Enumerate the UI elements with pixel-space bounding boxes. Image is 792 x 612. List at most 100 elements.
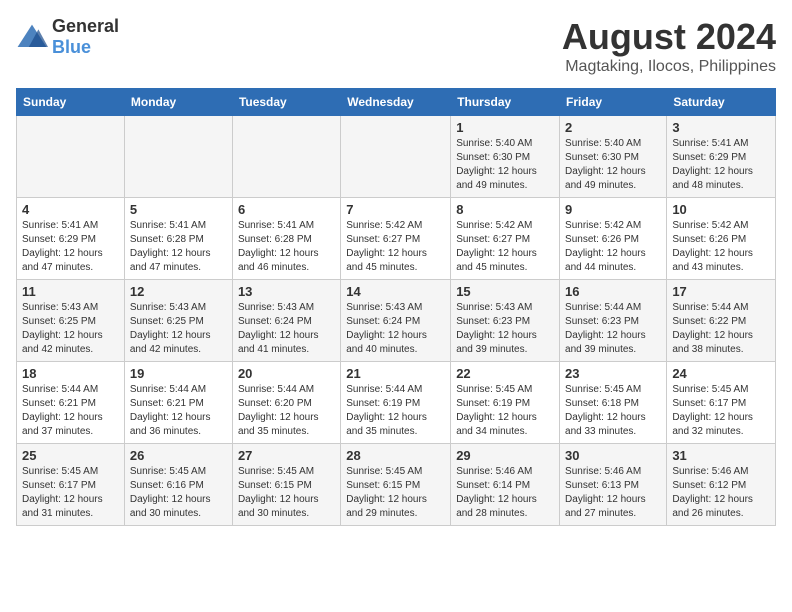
day-number: 22 — [456, 366, 554, 381]
cell-content: Sunrise: 5:45 AM Sunset: 6:15 PM Dayligh… — [238, 465, 335, 521]
calendar-header-friday: Friday — [560, 89, 667, 116]
calendar-cell: 23 Sunrise: 5:45 AM Sunset: 6:18 PM Dayli… — [560, 362, 667, 444]
calendar-cell: 29 Sunrise: 5:46 AM Sunset: 6:14 PM Dayli… — [451, 444, 560, 526]
day-number: 14 — [346, 284, 445, 299]
calendar-cell: 12 Sunrise: 5:43 AM Sunset: 6:25 PM Dayli… — [124, 280, 232, 362]
calendar-cell: 18 Sunrise: 5:44 AM Sunset: 6:21 PM Dayli… — [17, 362, 125, 444]
calendar-cell: 30 Sunrise: 5:46 AM Sunset: 6:13 PM Dayli… — [560, 444, 667, 526]
calendar-cell — [232, 116, 340, 198]
calendar-cell: 26 Sunrise: 5:45 AM Sunset: 6:16 PM Dayli… — [124, 444, 232, 526]
calendar-cell: 16 Sunrise: 5:44 AM Sunset: 6:23 PM Dayli… — [560, 280, 667, 362]
logo-icon — [16, 23, 48, 51]
cell-content: Sunrise: 5:44 AM Sunset: 6:21 PM Dayligh… — [130, 383, 227, 439]
calendar-cell: 14 Sunrise: 5:43 AM Sunset: 6:24 PM Dayli… — [341, 280, 451, 362]
cell-content: Sunrise: 5:44 AM Sunset: 6:20 PM Dayligh… — [238, 383, 335, 439]
calendar-header-wednesday: Wednesday — [341, 89, 451, 116]
calendar-cell: 4Sunrise: 5:41 AM Sunset: 6:29 PM Daylig… — [17, 198, 125, 280]
cell-content: Sunrise: 5:40 AM Sunset: 6:30 PM Dayligh… — [456, 137, 554, 193]
calendar-cell: 17 Sunrise: 5:44 AM Sunset: 6:22 PM Dayli… — [667, 280, 776, 362]
calendar-cell: 25 Sunrise: 5:45 AM Sunset: 6:17 PM Dayli… — [17, 444, 125, 526]
calendar-cell: 31Sunrise: 5:46 AM Sunset: 6:12 PM Dayli… — [667, 444, 776, 526]
logo: General Blue — [16, 16, 119, 58]
day-number: 24 — [672, 366, 770, 381]
day-number: 11 — [22, 284, 119, 299]
calendar-cell: 2Sunrise: 5:40 AM Sunset: 6:30 PM Daylig… — [560, 116, 667, 198]
calendar-cell: 28Sunrise: 5:45 AM Sunset: 6:15 PM Dayli… — [341, 444, 451, 526]
calendar-cell: 27 Sunrise: 5:45 AM Sunset: 6:15 PM Dayli… — [232, 444, 340, 526]
main-title: August 2024 — [562, 16, 776, 58]
day-number: 30 — [565, 448, 661, 463]
subtitle: Magtaking, Ilocos, Philippines — [562, 58, 776, 76]
cell-content: Sunrise: 5:42 AM Sunset: 6:26 PM Dayligh… — [672, 219, 770, 275]
cell-content: Sunrise: 5:43 AM Sunset: 6:23 PM Dayligh… — [456, 301, 554, 357]
cell-content: Sunrise: 5:44 AM Sunset: 6:23 PM Dayligh… — [565, 301, 661, 357]
day-number: 1 — [456, 120, 554, 135]
calendar-cell: 8 Sunrise: 5:42 AM Sunset: 6:27 PM Daylig… — [451, 198, 560, 280]
day-number: 27 — [238, 448, 335, 463]
calendar-cell: 21 Sunrise: 5:44 AM Sunset: 6:19 PM Dayli… — [341, 362, 451, 444]
day-number: 19 — [130, 366, 227, 381]
day-number: 15 — [456, 284, 554, 299]
calendar-week-row: 11 Sunrise: 5:43 AM Sunset: 6:25 PM Dayli… — [17, 280, 776, 362]
calendar-header-row: SundayMondayTuesdayWednesdayThursdayFrid… — [17, 89, 776, 116]
calendar-cell: 7Sunrise: 5:42 AM Sunset: 6:27 PM Daylig… — [341, 198, 451, 280]
cell-content: Sunrise: 5:45 AM Sunset: 6:17 PM Dayligh… — [22, 465, 119, 521]
day-number: 3 — [672, 120, 770, 135]
calendar-cell: 13Sunrise: 5:43 AM Sunset: 6:24 PM Dayli… — [232, 280, 340, 362]
day-number: 21 — [346, 366, 445, 381]
day-number: 12 — [130, 284, 227, 299]
day-number: 26 — [130, 448, 227, 463]
cell-content: Sunrise: 5:45 AM Sunset: 6:16 PM Dayligh… — [130, 465, 227, 521]
calendar-header-thursday: Thursday — [451, 89, 560, 116]
day-number: 29 — [456, 448, 554, 463]
calendar-header-monday: Monday — [124, 89, 232, 116]
calendar-cell — [341, 116, 451, 198]
page-header: General Blue August 2024 Magtaking, Iloc… — [16, 16, 776, 76]
calendar-cell: 11 Sunrise: 5:43 AM Sunset: 6:25 PM Dayli… — [17, 280, 125, 362]
cell-content: Sunrise: 5:41 AM Sunset: 6:28 PM Dayligh… — [238, 219, 335, 275]
cell-content: Sunrise: 5:41 AM Sunset: 6:29 PM Dayligh… — [672, 137, 770, 193]
calendar-cell: 3 Sunrise: 5:41 AM Sunset: 6:29 PM Daylig… — [667, 116, 776, 198]
cell-content: Sunrise: 5:43 AM Sunset: 6:24 PM Dayligh… — [346, 301, 445, 357]
day-number: 23 — [565, 366, 661, 381]
calendar-cell: 22 Sunrise: 5:45 AM Sunset: 6:19 PM Dayli… — [451, 362, 560, 444]
calendar-week-row: 25 Sunrise: 5:45 AM Sunset: 6:17 PM Dayli… — [17, 444, 776, 526]
day-number: 25 — [22, 448, 119, 463]
cell-content: Sunrise: 5:44 AM Sunset: 6:21 PM Dayligh… — [22, 383, 119, 439]
day-number: 28 — [346, 448, 445, 463]
title-section: August 2024 Magtaking, Ilocos, Philippin… — [562, 16, 776, 76]
cell-content: Sunrise: 5:46 AM Sunset: 6:13 PM Dayligh… — [565, 465, 661, 521]
cell-content: Sunrise: 5:44 AM Sunset: 6:19 PM Dayligh… — [346, 383, 445, 439]
day-number: 8 — [456, 202, 554, 217]
calendar-cell: 1 Sunrise: 5:40 AM Sunset: 6:30 PM Daylig… — [451, 116, 560, 198]
cell-content: Sunrise: 5:45 AM Sunset: 6:18 PM Dayligh… — [565, 383, 661, 439]
logo-general-text: General — [52, 16, 119, 36]
logo-blue-text: Blue — [52, 37, 91, 57]
day-number: 13 — [238, 284, 335, 299]
cell-content: Sunrise: 5:45 AM Sunset: 6:19 PM Dayligh… — [456, 383, 554, 439]
calendar-cell — [124, 116, 232, 198]
cell-content: Sunrise: 5:42 AM Sunset: 6:27 PM Dayligh… — [456, 219, 554, 275]
cell-content: Sunrise: 5:46 AM Sunset: 6:14 PM Dayligh… — [456, 465, 554, 521]
cell-content: Sunrise: 5:44 AM Sunset: 6:22 PM Dayligh… — [672, 301, 770, 357]
calendar-week-row: 18 Sunrise: 5:44 AM Sunset: 6:21 PM Dayli… — [17, 362, 776, 444]
day-number: 10 — [672, 202, 770, 217]
day-number: 31 — [672, 448, 770, 463]
calendar-cell: 9Sunrise: 5:42 AM Sunset: 6:26 PM Daylig… — [560, 198, 667, 280]
day-number: 16 — [565, 284, 661, 299]
day-number: 18 — [22, 366, 119, 381]
calendar-header-sunday: Sunday — [17, 89, 125, 116]
day-number: 17 — [672, 284, 770, 299]
calendar-table: SundayMondayTuesdayWednesdayThursdayFrid… — [16, 88, 776, 526]
day-number: 4 — [22, 202, 119, 217]
calendar-cell — [17, 116, 125, 198]
day-number: 2 — [565, 120, 661, 135]
calendar-cell: 5Sunrise: 5:41 AM Sunset: 6:28 PM Daylig… — [124, 198, 232, 280]
cell-content: Sunrise: 5:43 AM Sunset: 6:25 PM Dayligh… — [22, 301, 119, 357]
calendar-week-row: 4Sunrise: 5:41 AM Sunset: 6:29 PM Daylig… — [17, 198, 776, 280]
calendar-cell: 24 Sunrise: 5:45 AM Sunset: 6:17 PM Dayli… — [667, 362, 776, 444]
cell-content: Sunrise: 5:43 AM Sunset: 6:25 PM Dayligh… — [130, 301, 227, 357]
cell-content: Sunrise: 5:45 AM Sunset: 6:17 PM Dayligh… — [672, 383, 770, 439]
calendar-week-row: 1 Sunrise: 5:40 AM Sunset: 6:30 PM Daylig… — [17, 116, 776, 198]
cell-content: Sunrise: 5:42 AM Sunset: 6:27 PM Dayligh… — [346, 219, 445, 275]
